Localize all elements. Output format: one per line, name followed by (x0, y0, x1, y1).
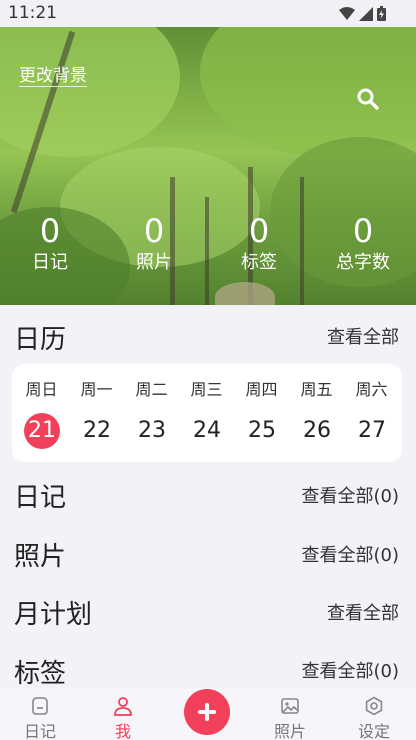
stat-label: 总字数 (336, 252, 390, 273)
add-entry-button[interactable] (184, 689, 230, 735)
week-calendar: 周日 21 周一 22 周二 23 周三 24 周四 25 周五 26 周六 2… (12, 364, 402, 462)
weekday-label: 周一 (80, 380, 113, 399)
diary-view-all-link[interactable]: 查看全部(0) (302, 482, 400, 508)
stat-value: 0 (352, 212, 374, 250)
tab-diary-label: 日记 (23, 722, 56, 740)
battery-icon (377, 6, 386, 21)
stat-label: 标签 (241, 252, 277, 273)
person-icon (114, 697, 132, 716)
diary-icon (32, 697, 48, 715)
status-bar: 11:21 (0, 0, 416, 27)
wifi-icon (339, 6, 355, 20)
photos-view-all-link[interactable]: 查看全部(0) (302, 541, 400, 567)
stat-tag-count: 0 标签 (219, 212, 299, 274)
stat-label: 日记 (32, 252, 68, 273)
date-number[interactable]: 24 (189, 413, 225, 449)
search-icon[interactable] (356, 87, 380, 111)
tab-me-label: 我 (114, 722, 131, 740)
date-number[interactable]: 27 (354, 413, 390, 449)
change-background-button[interactable]: 更改背景 (19, 66, 87, 87)
signal-icon (359, 6, 373, 21)
stat-word-count: 0 总字数 (323, 212, 403, 274)
image-icon (281, 698, 299, 714)
weekday-label: 周六 (355, 380, 388, 399)
tab-photos-label: 照片 (273, 722, 306, 740)
date-number[interactable]: 25 (244, 413, 280, 449)
weekday-label: 周日 (25, 380, 58, 399)
date-number[interactable]: 26 (299, 413, 335, 449)
calendar-section-title: 日历 (14, 325, 67, 355)
monthly-plan-section-title: 月计划 (14, 600, 93, 630)
settings-icon (365, 696, 383, 716)
status-time: 11:21 (8, 3, 57, 23)
weekday-label: 周二 (135, 380, 168, 399)
tags-view-all-link[interactable]: 查看全部(0) (302, 657, 400, 683)
tags-section-title: 标签 (14, 659, 67, 689)
stat-label: 照片 (136, 252, 172, 273)
date-number[interactable]: 23 (134, 413, 170, 449)
calendar-view-all-link[interactable]: 查看全部 (327, 323, 399, 349)
date-number[interactable]: 22 (79, 413, 115, 449)
stat-value: 0 (39, 212, 61, 250)
monthly-plan-view-all-link[interactable]: 查看全部 (327, 599, 399, 625)
photos-section-title: 照片 (14, 542, 67, 572)
weekday-label: 周三 (190, 380, 223, 399)
stat-diary-count: 0 日记 (10, 212, 90, 274)
date-today[interactable]: 21 (24, 413, 60, 449)
stat-value: 0 (248, 212, 270, 250)
tab-settings-label: 设定 (357, 722, 390, 740)
diary-section-title: 日记 (14, 483, 67, 513)
stat-photo-count: 0 照片 (114, 212, 194, 274)
weekday-label: 周五 (300, 380, 333, 399)
stat-value: 0 (143, 212, 165, 250)
weekday-label: 周四 (245, 380, 278, 399)
status-icons (339, 6, 386, 21)
